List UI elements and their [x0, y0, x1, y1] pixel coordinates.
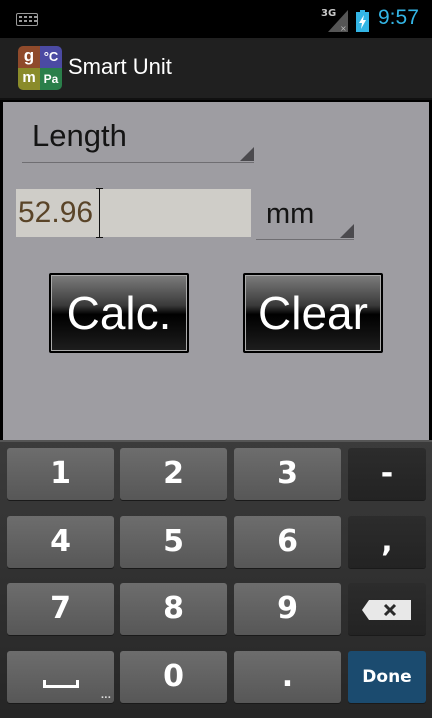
- key-comma[interactable]: ,: [348, 516, 426, 568]
- backspace-key[interactable]: [348, 583, 426, 635]
- space-key-hint: ...: [100, 691, 111, 701]
- keyboard-icon: [16, 13, 38, 26]
- converter-panel: Length mm Calc. Clear: [3, 102, 429, 440]
- dropdown-arrow-icon: [240, 147, 254, 161]
- battery-charging-icon: [356, 10, 369, 32]
- clock: 9:57: [378, 6, 419, 29]
- numeric-keyboard: 1 2 3 - 4 5 6 , 7 8 9 ... 0 . Done: [0, 440, 432, 718]
- dropdown-arrow-icon: [340, 224, 354, 238]
- key-8[interactable]: 8: [120, 583, 227, 635]
- category-spinner-value: Length: [32, 118, 127, 153]
- logo-tile-pa: Pa: [40, 68, 62, 90]
- key-6[interactable]: 6: [234, 516, 341, 568]
- logo-tile-m: m: [18, 68, 40, 90]
- key-5[interactable]: 5: [120, 516, 227, 568]
- text-cursor-icon: [96, 188, 103, 238]
- action-bar: g °C m Pa Smart Unit: [0, 38, 432, 100]
- key-3[interactable]: 3: [234, 448, 341, 500]
- signal-icon: ×: [328, 10, 348, 32]
- key-9[interactable]: 9: [234, 583, 341, 635]
- status-bar: 3G × 9:57: [0, 0, 432, 38]
- app-title: Smart Unit: [68, 54, 172, 79]
- key-1[interactable]: 1: [7, 448, 114, 500]
- value-input[interactable]: [16, 189, 251, 237]
- key-7[interactable]: 7: [7, 583, 114, 635]
- space-bar-icon: [43, 680, 79, 688]
- svg-text:×: ×: [340, 24, 347, 32]
- clear-button[interactable]: Clear: [243, 273, 383, 353]
- done-button[interactable]: Done: [348, 651, 426, 703]
- logo-tile-celsius: °C: [40, 46, 62, 68]
- calc-button[interactable]: Calc.: [49, 273, 189, 353]
- space-key[interactable]: ...: [7, 651, 114, 703]
- unit-spinner[interactable]: mm: [256, 190, 354, 240]
- key-2[interactable]: 2: [120, 448, 227, 500]
- backspace-icon: [362, 600, 411, 620]
- unit-spinner-value: mm: [266, 198, 315, 230]
- category-spinner[interactable]: Length: [22, 116, 254, 163]
- key-0[interactable]: 0: [120, 651, 227, 703]
- logo-tile-g: g: [18, 46, 40, 68]
- app-logo-icon[interactable]: g °C m Pa: [18, 46, 62, 90]
- key-minus[interactable]: -: [348, 448, 426, 500]
- key-period[interactable]: .: [234, 651, 341, 703]
- key-4[interactable]: 4: [7, 516, 114, 568]
